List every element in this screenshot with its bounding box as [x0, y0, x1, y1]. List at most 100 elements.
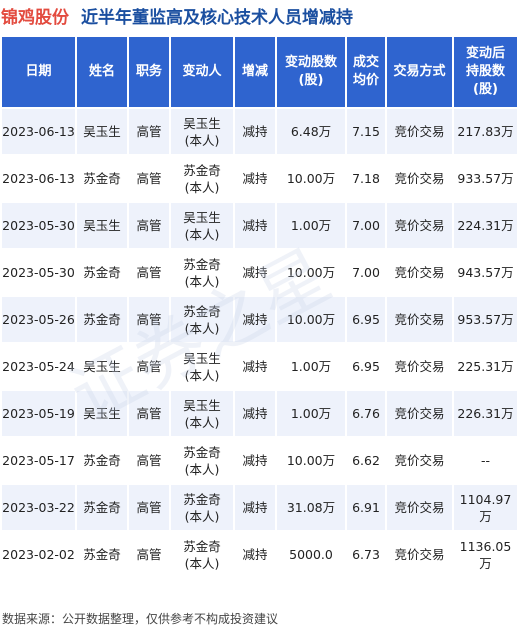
avg-price-cell: 6.91 [347, 485, 385, 530]
header-label-line: 职务 [135, 64, 162, 79]
changed-shares-cell: 31.08万 [277, 485, 345, 530]
table-body: 2023-06-13 吴玉生 高管 吴玉生 (本人) 减持 6.48万 7.15 竞价交易 217… [2, 109, 517, 577]
table-row: 2023-05-24 吴玉生 高管 吴玉生 (本人) 减持 1.00万 6.95 竞价交易 225… [2, 344, 517, 389]
changed-shares-cell: 10.00万 [277, 156, 345, 201]
avg-price-cell: 7.15 [347, 109, 385, 154]
header-label-line: 变动股数 [284, 55, 337, 70]
role-cell: 高管 [129, 109, 169, 154]
change-direction-cell: 减持 [235, 156, 275, 201]
col-holding-header: 变动后 持股数 (股) [454, 37, 517, 107]
changer-cell: 苏金奇 (本人) [171, 297, 233, 342]
header-label-line: (股) [473, 82, 498, 97]
changer-line: (本人) [184, 414, 220, 430]
name-cell: 苏金奇 [77, 485, 127, 530]
changer-line: 吴玉生 [183, 209, 221, 225]
name-cell: 吴玉生 [77, 109, 127, 154]
name-cell: 苏金奇 [77, 156, 127, 201]
changer-line: (本人) [184, 273, 220, 289]
avg-price-cell: 7.18 [347, 156, 385, 201]
changed-shares-cell: 10.00万 [277, 250, 345, 295]
header-label-line: 姓名 [88, 64, 115, 79]
name-cell: 苏金奇 [77, 438, 127, 483]
date-cell: 2023-05-30 [2, 203, 75, 248]
changer-line: 吴玉生 [183, 115, 221, 131]
change-direction-cell: 减持 [235, 485, 275, 530]
holding-after-cell: 225.31万 [454, 344, 517, 389]
table-row: 2023-05-19 吴玉生 高管 吴玉生 (本人) 减持 1.00万 6.76 竞价交易 226… [2, 391, 517, 436]
trade-method-cell: 竞价交易 [387, 250, 452, 295]
holding-after-cell: 1136.05万 [454, 532, 517, 577]
header-label-line: 交易方式 [393, 64, 446, 79]
title-bar: 锦鸡股份 近半年董监高及核心技术人员增减持 [0, 0, 517, 30]
change-direction-cell: 减持 [235, 391, 275, 436]
name-cell: 吴玉生 [77, 203, 127, 248]
header-label-line: 成交 [352, 55, 379, 70]
avg-price-cell: 6.73 [347, 532, 385, 577]
changer-line: 苏金奇 [183, 303, 221, 319]
changer-line: (本人) [184, 508, 220, 524]
header-label-line: 日期 [25, 64, 52, 79]
col-role-header: 职务 [129, 37, 169, 107]
changer-cell: 吴玉生 (本人) [171, 344, 233, 389]
holding-after-cell: 1104.97万 [454, 485, 517, 530]
role-cell: 高管 [129, 485, 169, 530]
change-direction-cell: 减持 [235, 344, 275, 389]
avg-price-cell: 7.00 [347, 250, 385, 295]
page-title: 近半年董监高及核心技术人员增减持 [81, 7, 353, 28]
changed-shares-cell: 10.00万 [277, 438, 345, 483]
col-price-header: 成交 均价 [347, 37, 385, 107]
change-direction-cell: 减持 [235, 109, 275, 154]
col-name-header: 姓名 [77, 37, 127, 107]
change-direction-cell: 减持 [235, 203, 275, 248]
changer-line: (本人) [184, 320, 220, 336]
col-change-header: 增减 [235, 37, 275, 107]
col-shares-header: 变动股数 (股) [277, 37, 345, 107]
table-header-row: 日期 姓名 职务 变动人 增减 变动股数 (股) 成交 均价 交易方式 变动后 持股数 (股) [2, 37, 517, 107]
holding-after-cell: 953.57万 [454, 297, 517, 342]
changer-line: 苏金奇 [183, 162, 221, 178]
holdings-change-table: 日期 姓名 职务 变动人 增减 变动股数 (股) 成交 均价 交易方式 变动后 持股数 (股) 2023… [0, 35, 517, 579]
table-row: 2023-06-13 苏金奇 高管 苏金奇 (本人) 减持 10.00万 7.18 竞价交易 93… [2, 156, 517, 201]
table-row: 2023-05-26 苏金奇 高管 苏金奇 (本人) 减持 10.00万 6.95 竞价交易 95… [2, 297, 517, 342]
change-direction-cell: 减持 [235, 438, 275, 483]
trade-method-cell: 竞价交易 [387, 438, 452, 483]
table-row: 2023-05-30 吴玉生 高管 吴玉生 (本人) 减持 1.00万 7.00 竞价交易 224… [2, 203, 517, 248]
date-cell: 2023-06-13 [2, 156, 75, 201]
table-row: 2023-06-13 吴玉生 高管 吴玉生 (本人) 减持 6.48万 7.15 竞价交易 217… [2, 109, 517, 154]
changer-line: 苏金奇 [183, 538, 221, 554]
role-cell: 高管 [129, 297, 169, 342]
header-label-line: 增减 [241, 64, 268, 79]
date-cell: 2023-05-26 [2, 297, 75, 342]
table-row: 2023-03-22 苏金奇 高管 苏金奇 (本人) 减持 31.08万 6.91 竞价交易 11… [2, 485, 517, 530]
role-cell: 高管 [129, 391, 169, 436]
change-direction-cell: 减持 [235, 250, 275, 295]
changer-cell: 苏金奇 (本人) [171, 485, 233, 530]
changed-shares-cell: 1.00万 [277, 344, 345, 389]
trade-method-cell: 竞价交易 [387, 485, 452, 530]
changer-line: (本人) [184, 555, 220, 571]
trade-method-cell: 竞价交易 [387, 391, 452, 436]
date-cell: 2023-05-17 [2, 438, 75, 483]
changer-cell: 吴玉生 (本人) [171, 203, 233, 248]
role-cell: 高管 [129, 438, 169, 483]
role-cell: 高管 [129, 156, 169, 201]
changer-cell: 吴玉生 (本人) [171, 391, 233, 436]
col-changer-header: 变动人 [171, 37, 233, 107]
holding-after-cell: 943.57万 [454, 250, 517, 295]
avg-price-cell: 6.95 [347, 297, 385, 342]
table-row: 2023-05-17 苏金奇 高管 苏金奇 (本人) 减持 10.00万 6.62 竞价交易 -- [2, 438, 517, 483]
role-cell: 高管 [129, 344, 169, 389]
header-label-line: 变动后 [465, 46, 505, 61]
changed-shares-cell: 5000.0 [277, 532, 345, 577]
date-cell: 2023-06-13 [2, 109, 75, 154]
role-cell: 高管 [129, 203, 169, 248]
col-date-header: 日期 [2, 37, 75, 107]
date-cell: 2023-05-19 [2, 391, 75, 436]
name-cell: 苏金奇 [77, 532, 127, 577]
change-direction-cell: 减持 [235, 532, 275, 577]
changer-cell: 苏金奇 (本人) [171, 532, 233, 577]
holding-after-cell: -- [454, 438, 517, 483]
changer-cell: 吴玉生 (本人) [171, 109, 233, 154]
changed-shares-cell: 1.00万 [277, 391, 345, 436]
changer-cell: 苏金奇 (本人) [171, 156, 233, 201]
